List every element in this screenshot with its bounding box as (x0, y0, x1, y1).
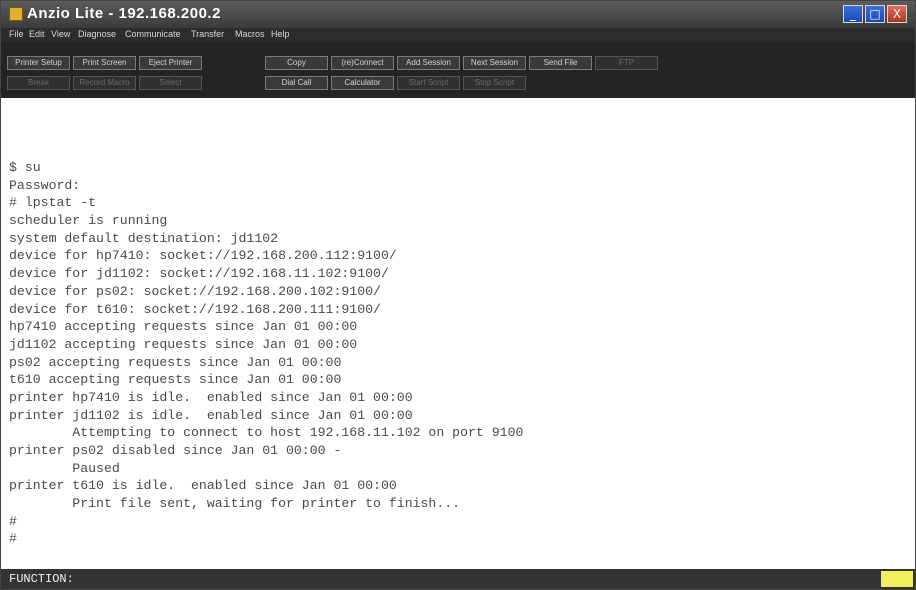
eject-printer-button[interactable]: Eject Printer (139, 56, 202, 70)
dial-call-button[interactable]: Dial Call (265, 76, 328, 90)
terminal-line: # (9, 531, 17, 547)
terminal-line: printer hp7410 is idle. enabled since Ja… (9, 389, 413, 405)
status-bar: FUNCTION: (1, 569, 915, 589)
next-session-button[interactable]: Next Session (463, 56, 526, 70)
app-icon (9, 7, 23, 21)
reconnect-button[interactable]: (re)Connect (331, 56, 394, 70)
terminal-line: Print file sent, waiting for printer to … (9, 496, 461, 512)
terminal-line: device for t610: socket://192.168.200.11… (9, 301, 381, 317)
menu-help[interactable]: Help (271, 29, 290, 39)
terminal-line: jd1102 accepting requests since Jan 01 0… (9, 336, 358, 352)
terminal-line: hp7410 accepting requests since Jan 01 0… (9, 319, 358, 335)
menu-edit[interactable]: Edit (29, 29, 45, 39)
title-bar[interactable]: Anzio Lite - 192.168.200.2 _ □ X (1, 1, 915, 28)
terminal-line: ps02 accepting requests since Jan 01 00:… (9, 354, 342, 370)
terminal-line: Attempting to connect to host 192.168.11… (9, 425, 524, 441)
terminal-line: t610 accepting requests since Jan 01 00:… (9, 372, 342, 388)
terminal-line: system default destination: jd1102 (9, 230, 279, 246)
app-window: Anzio Lite - 192.168.200.2 _ □ X File Ed… (0, 0, 916, 590)
terminal-line: device for ps02: socket://192.168.200.10… (9, 283, 381, 299)
terminal-line: scheduler is running (9, 213, 168, 229)
terminal-screen[interactable]: $ su Password: # lpstat -t scheduler is … (9, 159, 909, 548)
window-title: Anzio Lite - 192.168.200.2 (27, 5, 221, 22)
minimize-icon[interactable]: _ (843, 5, 863, 23)
menu-view[interactable]: View (51, 29, 70, 39)
menu-macros[interactable]: Macros (235, 29, 265, 39)
terminal-line: $ su (9, 160, 41, 175)
function-prompt: FUNCTION: (9, 572, 74, 586)
terminal-line: printer t610 is idle. enabled since Jan … (9, 478, 397, 494)
copy-button[interactable]: Copy (265, 56, 328, 70)
status-indicator (881, 571, 913, 587)
break-button[interactable]: Break (7, 76, 70, 90)
add-session-button[interactable]: Add Session (397, 56, 460, 70)
maximize-icon[interactable]: □ (865, 5, 885, 23)
calculator-button[interactable]: Calculator (331, 76, 394, 90)
menu-bar: File Edit View Diagnose Communicate Tran… (1, 28, 915, 42)
menu-communicate[interactable]: Communicate (125, 29, 181, 39)
terminal-line: Password: (9, 177, 81, 193)
menu-diagnose[interactable]: Diagnose (78, 29, 116, 39)
terminal-line: printer jd1102 is idle. enabled since Ja… (9, 407, 413, 423)
terminal-line: # (9, 513, 17, 529)
stop-script-button[interactable]: Stop Script (463, 76, 526, 90)
close-icon[interactable]: X (887, 5, 907, 23)
terminal-line: device for hp7410: socket://192.168.200.… (9, 248, 397, 264)
terminal-line: # lpstat -t (9, 195, 97, 211)
printer-setup-button[interactable]: Printer Setup (7, 56, 70, 70)
menu-transfer[interactable]: Transfer (191, 29, 224, 39)
print-screen-button[interactable]: Print Screen (73, 56, 136, 70)
menu-file[interactable]: File (9, 29, 24, 39)
select-button[interactable]: Select (139, 76, 202, 90)
record-macro-button[interactable]: Record Macro (73, 76, 136, 90)
terminal-line: printer ps02 disabled since Jan 01 00:00… (9, 443, 342, 458)
terminal-line: device for jd1102: socket://192.168.11.1… (9, 266, 389, 282)
toolbar: Printer Setup Print Screen Eject Printer… (1, 42, 915, 98)
terminal-line: Paused (9, 460, 120, 476)
ftp-button[interactable]: FTP (595, 56, 658, 70)
send-file-button[interactable]: Send File (529, 56, 592, 70)
start-script-button[interactable]: Start Script (397, 76, 460, 90)
